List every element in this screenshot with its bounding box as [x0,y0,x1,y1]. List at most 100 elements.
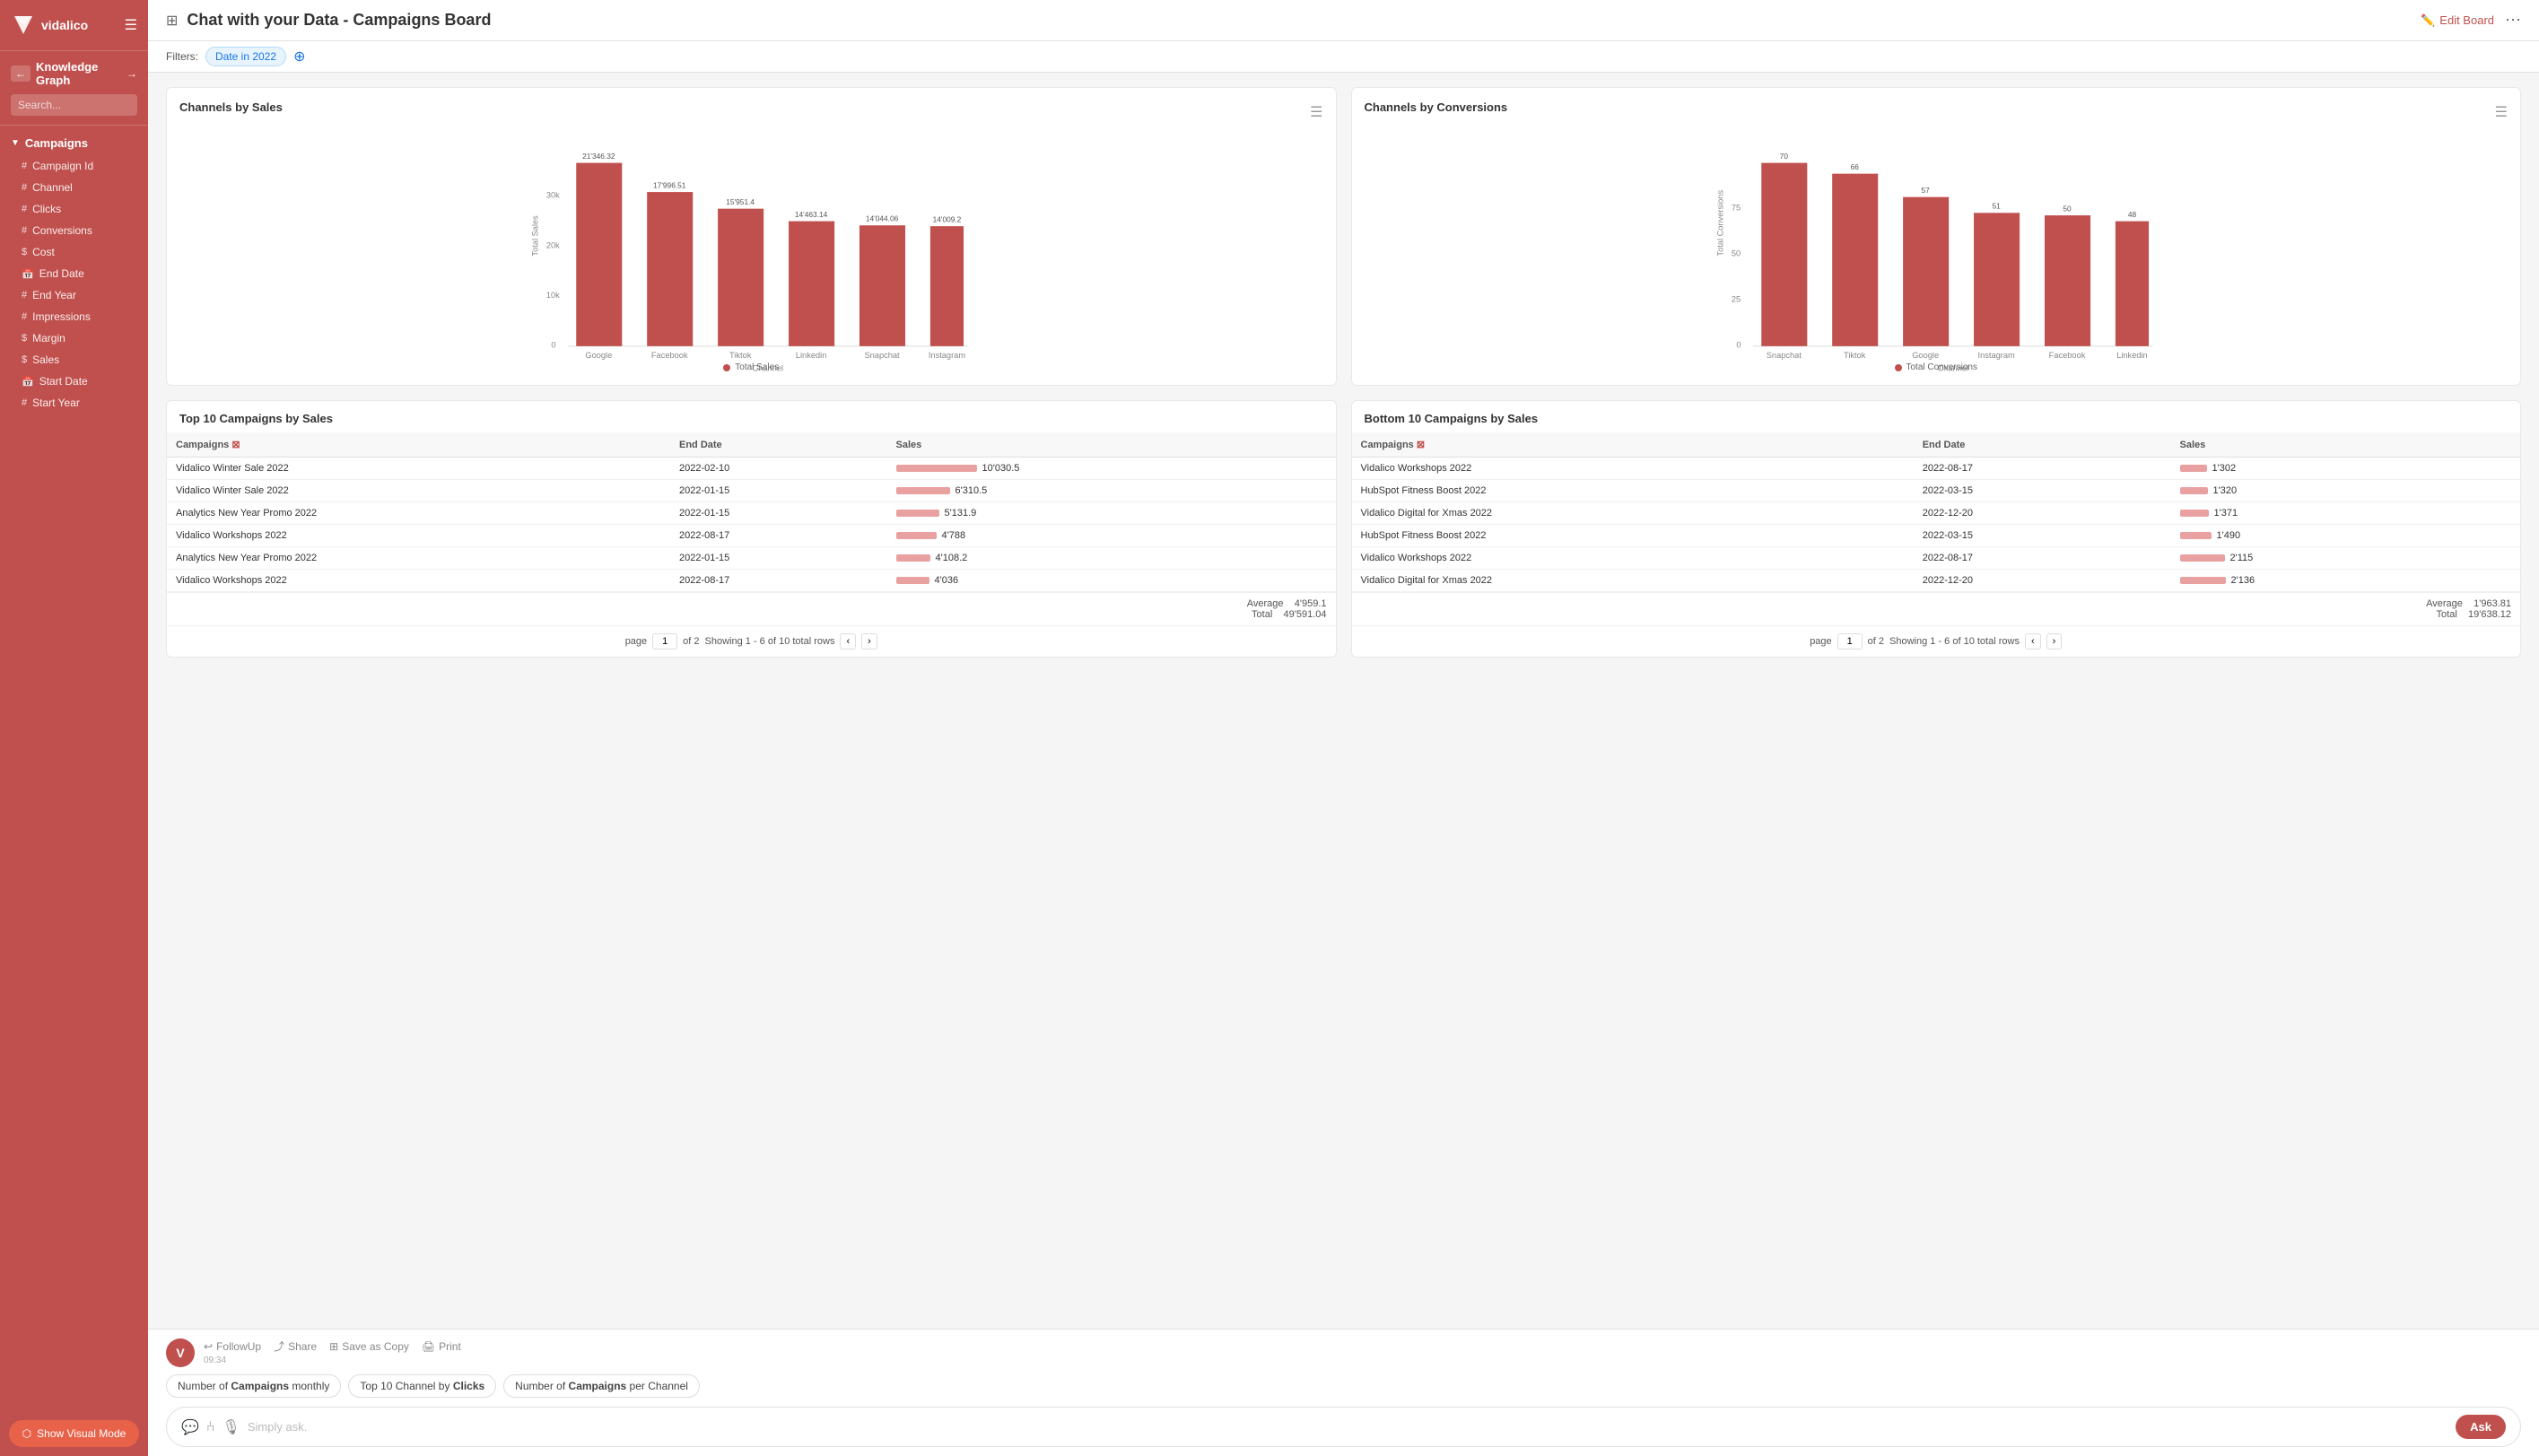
sidebar-item-start-date[interactable]: 📅Start Date [0,371,148,392]
top10-campaign-0: Vidalico Winter Sale 2022 [167,458,670,480]
conversions-chart-menu-icon[interactable]: ☰ [2495,103,2508,121]
suggestion-chip-0[interactable]: Number of Campaigns monthly [166,1374,341,1398]
svg-text:Snapchat: Snapchat [1766,351,1802,360]
branch-icon[interactable]: ⑃ [206,1419,215,1435]
top10-enddate-1: 2022-01-15 [670,480,887,502]
top10-campaign-4: Analytics New Year Promo 2022 [167,547,670,570]
campaigns-nav-item[interactable]: ▼ Campaigns [0,131,148,155]
sidebar-header: vidalico ☰ [0,0,148,51]
visual-mode-icon: ⬡ [22,1427,31,1440]
microphone-icon[interactable]: 🎙 [222,1418,240,1436]
table-row: HubSpot Fitness Boost 2022 2022-03-15 1'… [1352,480,2521,502]
suggestion-chip-1[interactable]: Top 10 Channel by Clicks [348,1374,496,1398]
sidebar-item-clicks[interactable]: #Clicks [0,198,148,220]
print-button[interactable]: 🖨 Print [422,1338,461,1354]
bottom10-showing: Showing 1 - 6 of 10 total rows [1889,636,2020,647]
sidebar-item-sales[interactable]: $Sales [0,349,148,371]
bottom10-prev-button[interactable]: ‹ [2025,633,2041,650]
top10-sales-1: 6'310.5 [887,480,1336,502]
share-button[interactable]: ⤴ Share [274,1338,317,1354]
svg-text:70: 70 [1779,152,1788,161]
svg-text:Google: Google [585,351,612,360]
bottom10-average-label: Average [2426,598,2463,609]
item-icon-7: # [22,311,27,322]
chat-input[interactable] [248,1420,2448,1434]
top10-sales-val-3: 4'788 [942,530,966,541]
sidebar-item-label-7: Impressions [32,310,91,323]
top10-sales-val-2: 5'131.9 [945,508,977,519]
svg-text:50: 50 [2063,204,2072,213]
more-options-button[interactable]: ⋯ [2505,11,2521,30]
bottom10-page-label: page [1810,636,1831,647]
bottom10-campaign-5: Vidalico Digital for Xmas 2022 [1352,570,1914,592]
bottom10-enddate-1: 2022-03-15 [1914,480,2171,502]
top10-page-input[interactable] [652,633,677,650]
save-as-copy-button[interactable]: ⊞ Save as Copy [329,1338,409,1354]
logo: vidalico [11,13,88,38]
top10-table: Campaigns ⊠ End Date Sales Vidalico Wint… [167,432,1336,592]
item-icon-11: # [22,397,27,408]
top10-next-button[interactable]: › [861,633,877,650]
bottom10-total-label: Total [2437,609,2457,620]
page-title: Chat with your Data - Campaigns Board [187,11,491,30]
chat-message: V ↩ FollowUp ⤴ Share ⊞ Save as Copy [166,1338,2521,1367]
bottom10-bar-3 [2180,532,2212,539]
chat-content: ↩ FollowUp ⤴ Share ⊞ Save as Copy 🖨 Prin… [204,1338,2521,1365]
edit-board-button[interactable]: ✏️ Edit Board [2421,13,2494,28]
ask-button[interactable]: Ask [2456,1415,2506,1439]
top-actions: ✏️ Edit Board ⋯ [2421,11,2521,30]
followup-button[interactable]: ↩ FollowUp [204,1338,261,1354]
bottom10-enddate-4: 2022-08-17 [1914,547,2171,570]
sidebar-item-start-year[interactable]: # Start Year [0,392,148,414]
sidebar-item-channel[interactable]: #Channel [0,177,148,198]
top10-page-label: page [625,636,647,647]
sidebar-item-impressions[interactable]: # Impressions [0,306,148,327]
kg-title: ← Knowledge Graph [11,60,127,87]
top10-campaigns-card: Top 10 Campaigns by Sales Campaigns ⊠ En… [166,400,1337,658]
svg-text:Facebook: Facebook [2048,351,2085,360]
top10-campaign-5: Vidalico Workshops 2022 [167,570,670,592]
forward-arrow-icon[interactable]: → [127,67,137,80]
top10-enddate-4: 2022-01-15 [670,547,887,570]
svg-text:Linkedin: Linkedin [796,351,827,360]
bottom10-page-input[interactable] [1837,633,1863,650]
sidebar-item-conversions[interactable]: #Conversions [0,220,148,241]
svg-text:Total Conversions: Total Conversions [1715,190,1724,257]
bottom10-next-button[interactable]: › [2046,633,2063,650]
back-arrow-icon[interactable]: ← [11,65,31,82]
chevron-down-icon: ▼ [11,138,20,148]
date-filter-chip[interactable]: Date in 2022 [205,47,286,66]
item-icon-5: 📅 [22,268,34,280]
chat-timestamp: 09:34 [204,1356,2521,1365]
sidebar-item-label-3: Conversions [32,224,92,237]
sidebar-item-end-year[interactable]: #End Year [0,284,148,306]
top10-prev-button[interactable]: ‹ [840,633,856,650]
sidebar-item-label-11: Start Year [32,397,80,409]
top10-sales-val-0: 10'030.5 [982,463,1020,474]
sidebar-item-end-date[interactable]: 📅End Date [0,263,148,284]
search-input[interactable] [11,94,137,116]
svg-text:Tiktok: Tiktok [729,351,752,360]
bottom10-sales-0: 1'302 [2171,458,2520,480]
bottom10-campaign-1: HubSpot Fitness Boost 2022 [1352,480,1914,502]
sidebar-item-campaign-id[interactable]: #Campaign Id [0,155,148,177]
item-icon-0: # [22,161,27,171]
show-visual-mode-button[interactable]: ⬡ Show Visual Mode [9,1420,139,1447]
suggestion-chip-2[interactable]: Number of Campaigns per Channel [503,1374,700,1398]
bottom10-bar-4 [2180,554,2225,562]
chat-actions: ↩ FollowUp ⤴ Share ⊞ Save as Copy 🖨 Prin… [204,1338,2521,1354]
sidebar-item-cost[interactable]: $Cost [0,241,148,263]
bottom10-enddate-0: 2022-08-17 [1914,458,2171,480]
main-content: ⊞ Chat with your Data - Campaigns Board … [148,0,2539,1456]
sidebar-item-label-9: Sales [32,353,59,366]
top10-average-value: 4'959.1 [1295,598,1327,609]
chat-bubble-icon[interactable]: 💬 [181,1418,199,1436]
save-as-copy-label: Save as Copy [342,1340,409,1353]
add-filter-button[interactable]: ⊕ [293,48,305,65]
sidebar-item-margin[interactable]: $Margin [0,327,148,349]
chart-menu-icon[interactable]: ☰ [1310,103,1322,121]
hamburger-icon[interactable]: ☰ [125,16,137,34]
bottom10-bar-2 [2180,510,2209,517]
kg-header: ← Knowledge Graph → [11,60,137,87]
table-row: Analytics New Year Promo 2022 2022-01-15… [167,547,1336,570]
